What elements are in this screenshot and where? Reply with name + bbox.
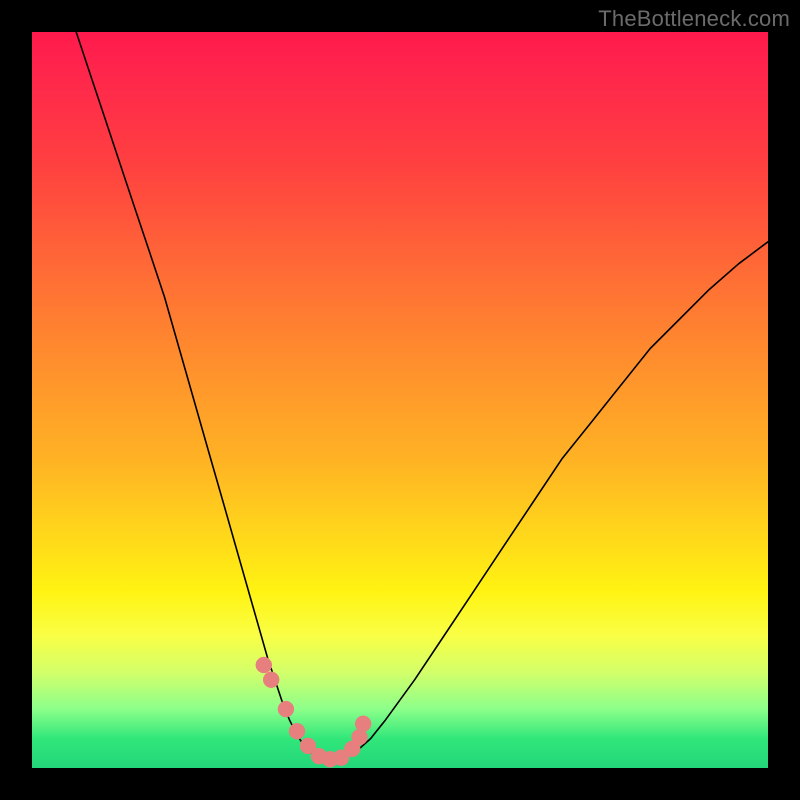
marker-point	[355, 716, 371, 732]
marker-point	[256, 657, 272, 673]
marker-point	[289, 723, 305, 739]
watermark-text: TheBottleneck.com	[598, 6, 790, 32]
marker-point	[263, 672, 279, 688]
series-curve	[76, 32, 768, 761]
chart-plot-area	[32, 32, 768, 768]
marker-group	[256, 657, 371, 767]
marker-point	[278, 701, 294, 717]
chart-frame: TheBottleneck.com	[0, 0, 800, 800]
chart-svg	[32, 32, 768, 768]
